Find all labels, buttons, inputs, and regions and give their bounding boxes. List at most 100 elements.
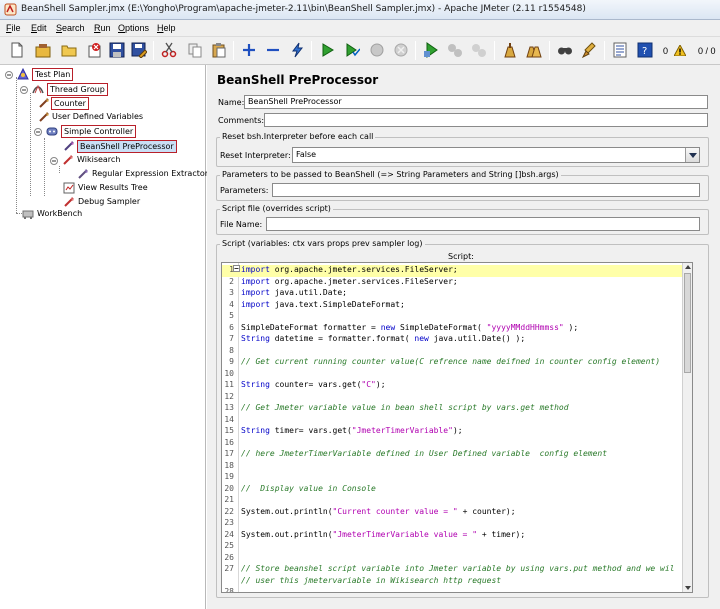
menu-run[interactable]: Run [94,23,111,33]
remote-shutdown-button[interactable] [468,39,490,62]
menu-file[interactable]: File [6,23,21,33]
code-line[interactable]: 20 // Display value in Console [222,484,684,496]
code-line[interactable]: // user this jmetervariable in Wikisearc… [222,576,684,588]
copy-button[interactable] [184,39,206,62]
collapse-toggle-icon[interactable] [5,71,13,79]
code-line[interactable]: 14 [222,415,684,427]
scroll-thumb[interactable] [684,273,691,373]
clear-icon [504,43,516,58]
code-line[interactable]: 16 [222,438,684,450]
code-line[interactable]: 7 String datetime = formatter.format( new… [222,334,684,346]
code-line[interactable]: 2 import org.apache.jmeter.services.FileS… [222,277,684,289]
tree-node-label: Thread Group [47,83,108,96]
tree-node-test-plan[interactable]: Test Plan [5,68,85,81]
collapse-toggle-icon[interactable] [50,157,58,165]
code-line[interactable]: 28 [222,587,684,592]
code-line[interactable]: 26 [222,553,684,565]
toggle-button[interactable] [286,39,308,62]
name-field[interactable]: BeanShell PreProcessor [244,95,708,109]
tree-node-regex-extractor[interactable]: Regular Expression Extractor [77,168,208,181]
tree-node-workbench[interactable]: WorkBench [22,208,102,221]
line-number: 26 [224,552,234,562]
code-text: // here JmeterTimerVariable defined in U… [241,449,608,458]
code-line[interactable]: 3 import java.util.Date; [222,288,684,300]
start-no-pause-button[interactable] [341,39,363,62]
search-button[interactable] [554,39,576,62]
code-line[interactable]: 1 import org.apache.jmeter.services.FileS… [222,265,684,277]
close-button[interactable] [84,39,106,62]
chevron-down-icon[interactable] [685,148,699,162]
warning-icon[interactable] [674,45,686,56]
remote-start-button[interactable] [420,39,442,62]
clear-button[interactable] [499,39,521,62]
file-name-field[interactable] [266,217,700,231]
shutdown-button[interactable] [390,39,412,62]
parameters-field[interactable] [272,183,700,197]
reset-search-button[interactable] [578,39,600,62]
menu-search[interactable]: Search [56,23,85,33]
tree-node-counter[interactable]: Counter [38,97,108,110]
code-line[interactable]: 27 // Store beanshel script variable into… [222,564,684,576]
collapse-toggle-icon[interactable] [34,128,42,136]
clear-all-button[interactable] [523,39,545,62]
collapse-toggle-icon[interactable] [20,86,28,94]
stop-button[interactable] [366,39,388,62]
code-text: String timer= vars.get("JmeterTimerVaria… [241,426,463,435]
code-line[interactable]: 22 System.out.println("Current counter va… [222,507,684,519]
save-button[interactable] [106,39,128,62]
code-line[interactable]: 6 SimpleDateFormat formatter = new Simple… [222,323,684,335]
reset-interpreter-label: Reset Interpreter: [220,151,291,160]
preprocessor-icon [64,141,74,151]
function-helper-button[interactable] [609,39,631,62]
tree-node-user-defined-variables[interactable]: User Defined Variables [38,111,158,124]
code-line[interactable]: 5 [222,311,684,323]
code-line[interactable]: 18 [222,461,684,473]
paste-button[interactable] [208,39,230,62]
menu-edit[interactable]: Edit [31,23,47,33]
help-button[interactable]: ? [634,39,656,62]
start-button[interactable] [316,39,338,62]
comments-field[interactable] [264,113,708,127]
remote-stop-icon [448,44,462,57]
collapse-button[interactable] [262,39,284,62]
scroll-down-icon[interactable] [685,586,691,590]
menu-options[interactable]: Options [118,23,149,33]
code-line[interactable]: 25 [222,541,684,553]
line-number: 22 [224,506,234,516]
tree-node-thread-group[interactable]: Thread Group [20,83,110,96]
code-line[interactable]: 9 // Get current running counter value(C … [222,357,684,369]
code-line[interactable]: 10 [222,369,684,381]
save-as-button[interactable] [128,39,150,62]
code-text: // Store beanshel script variable into J… [241,564,675,573]
reset-interpreter-select[interactable]: False [292,147,700,163]
script-scrollbar[interactable] [682,263,692,592]
expand-button[interactable] [238,39,260,62]
code-line[interactable]: 19 [222,472,684,484]
code-line[interactable]: 24 System.out.println("JmeterTimerVariabl… [222,530,684,542]
scroll-up-icon[interactable] [685,265,691,269]
code-line[interactable]: 23 [222,518,684,530]
code-line[interactable]: 17 // here JmeterTimerVariable defined in… [222,449,684,461]
remote-stop-button[interactable] [444,39,466,62]
code-line[interactable]: 15 String timer= vars.get("JmeterTimerVar… [222,426,684,438]
tree-node-wikisearch[interactable]: Wikisearch [50,154,130,167]
menu-help[interactable]: Help [157,23,176,33]
code-line[interactable]: 4 import java.text.SimpleDateFormat; [222,300,684,312]
templates-button[interactable] [32,39,54,62]
tree-node-view-results-tree[interactable]: View Results Tree [63,182,173,195]
code-text: // user this jmetervariable in Wikisearc… [241,575,502,585]
tree-connector [59,166,60,173]
open-button[interactable] [58,39,80,62]
script-editor[interactable]: 1 import org.apache.jmeter.services.FileS… [221,262,693,593]
tree-node-beanshell-preprocessor[interactable]: BeanShell PreProcessor [63,140,177,153]
code-line[interactable]: 12 [222,392,684,404]
code-line[interactable]: 8 [222,346,684,358]
line-number: 17 [224,449,234,458]
code-line[interactable]: 13 // Get Jmeter variable value in bean s… [222,403,684,415]
tree-node-simple-controller[interactable]: Simple Controller [34,125,137,138]
code-line[interactable]: 21 [222,495,684,507]
cut-button[interactable] [158,39,180,62]
code-line[interactable]: 11 String counter= vars.get("C"); [222,380,684,392]
fold-icon[interactable] [233,265,240,272]
new-button[interactable] [6,39,28,62]
